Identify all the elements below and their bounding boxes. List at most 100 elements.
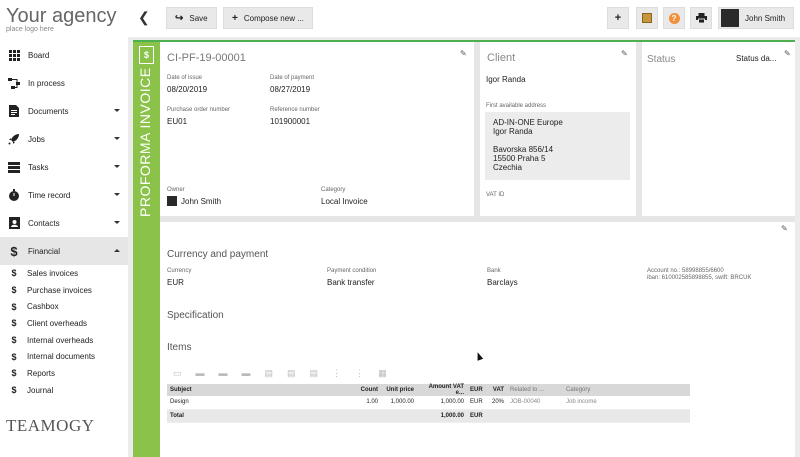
group-icon[interactable]: ▤: [310, 368, 319, 379]
column-header-amount[interactable]: Amount VAT e...: [417, 384, 467, 396]
edit-pencil-icon[interactable]: ✎: [781, 224, 788, 233]
nav-label: Contacts: [28, 218, 60, 228]
chevron-down-icon[interactable]: [114, 109, 120, 112]
save-button[interactable]: ↪ Save: [166, 7, 217, 29]
submenu-item-purchase-invoices[interactable]: $ Purchase invoices: [0, 282, 128, 299]
sidebar: Your agency place logo here Board In pro…: [0, 0, 128, 457]
column-header-related[interactable]: Related to ...: [507, 384, 564, 396]
image-icon[interactable]: ▤: [265, 368, 274, 379]
chevron-up-icon[interactable]: [114, 249, 120, 252]
edit-pencil-icon[interactable]: ✎: [460, 49, 467, 58]
address-line: Igor Randa: [493, 127, 533, 136]
items-heading: Items: [167, 342, 192, 353]
agency-logo[interactable]: Your agency place logo here: [6, 6, 116, 33]
cell-category[interactable]: Job income: [563, 396, 690, 410]
submenu-label: Client overheads: [27, 318, 88, 328]
client-name: Igor Randa: [486, 75, 526, 84]
more-icon[interactable]: ⋮: [355, 368, 364, 379]
back-arrow-icon[interactable]: ❮: [138, 9, 150, 26]
edit-pencil-icon[interactable]: ✎: [784, 49, 791, 58]
nav-item-contacts[interactable]: Contacts: [0, 209, 128, 237]
nav-item-jobs[interactable]: Jobs: [0, 125, 128, 153]
column-header-count[interactable]: Count: [357, 384, 381, 396]
grid-icon: [8, 49, 20, 61]
notes-button[interactable]: [636, 7, 658, 29]
chevron-down-icon[interactable]: [114, 137, 120, 140]
iban-swift: iban: 610002585898855, swift: BRCUK: [647, 275, 752, 281]
address-label: First available address: [486, 103, 547, 109]
add-button[interactable]: +: [607, 7, 629, 29]
items-table: Subject Count Unit price Amount VAT e...…: [167, 384, 690, 423]
submenu-item-cashbox[interactable]: $ Cashbox: [0, 298, 128, 315]
invoice-dollar-icon: $: [139, 46, 154, 64]
dollar-icon: $: [11, 318, 17, 329]
cell-subject[interactable]: Design: [167, 396, 357, 410]
submenu-item-sales-invoices[interactable]: $ Sales invoices: [0, 265, 128, 282]
trash-icon[interactable]: ▦: [378, 368, 387, 379]
insert-row-icon[interactable]: ▭: [173, 368, 182, 379]
insert-above-icon[interactable]: ▬: [196, 368, 205, 379]
cell-unit-price[interactable]: 1,000.00: [381, 396, 417, 410]
nav-item-in-process[interactable]: In process: [0, 69, 128, 97]
column-header-currency[interactable]: EUR: [467, 384, 489, 396]
print-button[interactable]: [690, 7, 712, 29]
rocket-icon: [8, 133, 20, 145]
date-of-payment-value: 08/27/2019: [270, 85, 311, 94]
reference-number-label: Reference number: [270, 107, 320, 113]
compose-new-button[interactable]: + Compose new ...: [223, 7, 313, 29]
document-type-label: PROFORMA INVOICE: [137, 67, 153, 217]
chevron-down-icon[interactable]: [114, 193, 120, 196]
column-header-subject[interactable]: Subject: [167, 384, 357, 396]
note-icon: [642, 13, 652, 23]
printer-icon: [695, 13, 707, 23]
submenu-item-internal-documents[interactable]: $ Internal documents: [0, 348, 128, 365]
client-address-box: AD-IN-ONE Europe Igor Randa Bavorska 856…: [485, 112, 630, 180]
chevron-down-icon[interactable]: [114, 165, 120, 168]
total-cell: [357, 409, 381, 423]
cell-vat[interactable]: 20%: [489, 396, 508, 410]
document-panel: $ PROFORMA INVOICE CI-PF-19-00001 ✎ Date…: [133, 40, 795, 457]
payment-condition-value: Bank transfer: [327, 278, 375, 287]
cell-related[interactable]: JOB-00040: [507, 396, 564, 410]
nav-item-tasks[interactable]: Tasks: [0, 153, 128, 181]
submenu-item-journal[interactable]: $ Journal: [0, 382, 128, 399]
client-section-title: Client: [487, 52, 516, 64]
edit-pencil-icon[interactable]: ✎: [621, 49, 628, 58]
more-icon[interactable]: ⋮: [332, 368, 341, 379]
top-toolbar: ❮ ↪ Save + Compose new ... + ? John Smit…: [128, 0, 800, 37]
column-header-unit-price[interactable]: Unit price: [381, 384, 417, 396]
total-label: Total: [167, 409, 357, 423]
brand-logo: TEAMOGY: [6, 416, 95, 435]
cell-count[interactable]: 1.00: [357, 396, 381, 410]
submenu-label: Reports: [27, 368, 56, 378]
total-cell: [381, 409, 417, 423]
category-label: Category: [321, 187, 346, 193]
nav-item-financial[interactable]: $ Financial: [0, 237, 128, 265]
status-value: Status da...: [736, 54, 777, 63]
reference-number-value: 101900001: [270, 117, 311, 126]
user-menu[interactable]: John Smith: [718, 7, 794, 29]
nav-label: Jobs: [28, 134, 45, 144]
document-type-stripe: $ PROFORMA INVOICE: [133, 42, 160, 457]
help-button[interactable]: ?: [663, 7, 685, 29]
chevron-down-icon[interactable]: [114, 221, 120, 224]
submenu-item-client-overheads[interactable]: $ Client overheads: [0, 315, 128, 332]
submenu-item-internal-overheads[interactable]: $ Internal overheads: [0, 332, 128, 349]
submenu-label: Journal: [27, 385, 54, 395]
column-header-vat[interactable]: VAT: [489, 384, 508, 396]
total-currency: EUR: [467, 409, 489, 423]
total-cell: [563, 409, 690, 423]
total-cell: [489, 409, 508, 423]
move-row-icon[interactable]: ▬: [242, 368, 251, 379]
currency-value: EUR: [167, 278, 184, 287]
copy-row-icon[interactable]: ▤: [287, 368, 296, 379]
table-row[interactable]: Design 1.00 1,000.00 1,000.00 EUR 20% JO…: [167, 396, 690, 410]
column-header-category[interactable]: Category: [563, 384, 690, 396]
submenu-item-reports[interactable]: $ Reports: [0, 365, 128, 382]
nav-item-board[interactable]: Board: [0, 41, 128, 69]
insert-below-icon[interactable]: ▬: [219, 368, 228, 379]
nav-label: Time record: [28, 190, 71, 200]
nav-item-documents[interactable]: Documents: [0, 97, 128, 125]
nav-item-time-record[interactable]: Time record: [0, 181, 128, 209]
logo-title: Your agency: [6, 5, 117, 27]
